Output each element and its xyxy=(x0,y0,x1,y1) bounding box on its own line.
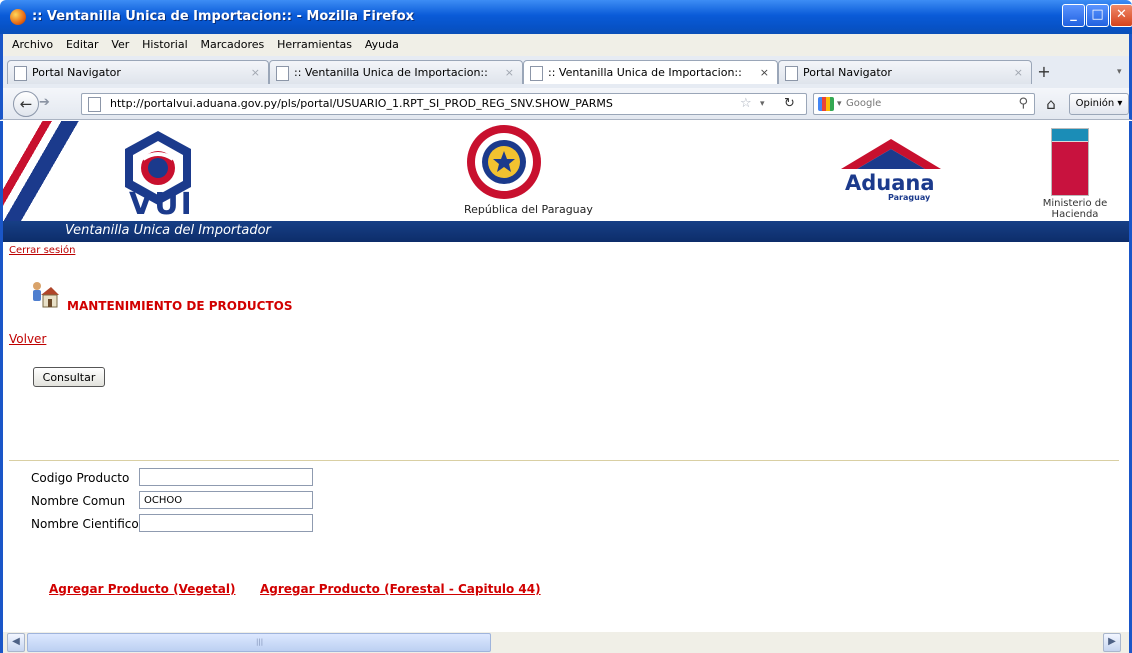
banner-swoosh xyxy=(3,121,103,221)
ministerio-text: Ministerio de Hacienda xyxy=(1039,198,1111,220)
home-icon[interactable]: ⌂ xyxy=(1039,93,1063,115)
logout-link[interactable]: Cerrar sesión xyxy=(9,245,75,256)
menu-historial[interactable]: Historial xyxy=(142,34,187,56)
tab-portal-navigator-1[interactable]: Portal Navigator × xyxy=(7,60,269,84)
window-title: :: Ventanilla Unica de Importacion:: - M… xyxy=(32,9,415,24)
header-banner: VUI República del Paraguay Aduana Paragu… xyxy=(3,121,1129,222)
page-icon xyxy=(785,66,798,81)
back-link[interactable]: Volver xyxy=(9,332,46,346)
menu-ver[interactable]: Ver xyxy=(111,34,129,56)
url-bar[interactable]: http://portalvui.aduana.gov.py/pls/porta… xyxy=(81,93,807,115)
tab-close-icon[interactable]: × xyxy=(1014,61,1023,84)
search-bar[interactable]: ▾ ⚲ xyxy=(813,93,1035,115)
vui-strip-title: Ventanilla Unica del Importador xyxy=(65,223,271,238)
page-icon xyxy=(276,66,289,81)
search-icon[interactable]: ⚲ xyxy=(1018,94,1028,114)
nombre-comun-label: Nombre Comun xyxy=(31,494,126,508)
menu-ayuda[interactable]: Ayuda xyxy=(365,34,399,56)
forward-button[interactable]: ➔ xyxy=(39,95,50,110)
product-maintenance-icon xyxy=(33,282,59,308)
tab-vui-1[interactable]: :: Ventanilla Unica de Importacion:: × xyxy=(269,60,523,84)
page-content: VUI República del Paraguay Aduana Paragu… xyxy=(0,121,1132,632)
back-button[interactable]: ← xyxy=(13,91,39,117)
scroll-left-icon[interactable]: ◀ xyxy=(7,633,25,652)
url-history-chevron-icon[interactable]: ▾ xyxy=(760,94,765,114)
tab-label: :: Ventanilla Unica de Importacion:: xyxy=(294,66,488,79)
opinion-button[interactable]: Opinión ▾ xyxy=(1069,93,1129,115)
search-engine-chevron-icon[interactable]: ▾ xyxy=(837,94,842,114)
menu-marcadores[interactable]: Marcadores xyxy=(200,34,264,56)
google-icon[interactable] xyxy=(818,97,834,111)
republica-text: República del Paraguay xyxy=(464,203,593,216)
menu-archivo[interactable]: Archivo xyxy=(12,34,53,56)
codigo-label: Codigo Producto xyxy=(31,471,130,485)
menu-herramientas[interactable]: Herramientas xyxy=(277,34,352,56)
tab-bar: Portal Navigator × :: Ventanilla Unica d… xyxy=(0,56,1132,88)
tab-close-icon[interactable]: × xyxy=(760,61,769,84)
reload-icon[interactable]: ↻ xyxy=(784,94,795,114)
new-tab-button[interactable]: + xyxy=(1033,61,1055,83)
ministerio-line-1: Ministerio de xyxy=(1042,198,1108,209)
paraguay-seal-icon xyxy=(467,125,541,199)
add-forestal-link[interactable]: Agregar Producto (Forestal - Capitulo 44… xyxy=(260,582,541,596)
divider xyxy=(9,460,1119,461)
close-button[interactable]: ✕ xyxy=(1110,4,1132,27)
firefox-icon xyxy=(10,9,26,25)
scroll-thumb[interactable]: ||| xyxy=(27,633,491,652)
aduana-logo-text: Aduana xyxy=(845,171,935,195)
tab-list-chevron-icon[interactable]: ▾ xyxy=(1117,61,1122,83)
vui-strip: Ventanilla Unica del Importador xyxy=(3,221,1129,242)
tab-portal-navigator-2[interactable]: Portal Navigator × xyxy=(778,60,1032,84)
horizontal-scrollbar[interactable]: ◀ ||| ▶ xyxy=(0,632,1132,653)
ministerio-line-2: Hacienda xyxy=(1051,209,1099,220)
page-icon xyxy=(530,66,543,81)
add-vegetal-link[interactable]: Agregar Producto (Vegetal) xyxy=(49,582,236,596)
vui-logo-text: VUI xyxy=(129,187,194,222)
tab-label: Portal Navigator xyxy=(803,66,892,79)
aduana-subtitle: Paraguay xyxy=(888,193,931,202)
nombre-cientifico-input[interactable] xyxy=(139,514,313,532)
scroll-right-icon[interactable]: ▶ xyxy=(1103,633,1121,652)
maximize-button[interactable]: □ xyxy=(1086,4,1109,27)
tab-close-icon[interactable]: × xyxy=(505,61,514,84)
tab-label: Portal Navigator xyxy=(32,66,121,79)
consult-button[interactable]: Consultar xyxy=(33,367,105,387)
codigo-producto-input[interactable] xyxy=(139,468,313,486)
tab-close-icon[interactable]: × xyxy=(251,61,260,84)
ministerio-logo-icon xyxy=(1051,128,1089,196)
window-titlebar: :: Ventanilla Unica de Importacion:: - M… xyxy=(0,0,1132,34)
page-icon xyxy=(14,66,27,81)
navigation-bar: ← ➔ http://portalvui.aduana.gov.py/pls/p… xyxy=(0,88,1132,120)
bookmark-star-icon[interactable]: ☆ xyxy=(740,94,752,114)
tab-vui-active[interactable]: :: Ventanilla Unica de Importacion:: × xyxy=(523,60,778,84)
section-title: MANTENIMIENTO DE PRODUCTOS xyxy=(67,299,293,313)
menu-editar[interactable]: Editar xyxy=(66,34,99,56)
nombre-cientifico-label: Nombre Cientifico xyxy=(31,517,139,531)
minimize-button[interactable]: _ xyxy=(1062,4,1085,27)
page-icon xyxy=(88,97,101,112)
opinion-label: Opinión xyxy=(1075,98,1115,109)
menu-bar: Archivo Editar Ver Historial Marcadores … xyxy=(0,34,1132,56)
url-text: http://portalvui.aduana.gov.py/pls/porta… xyxy=(110,97,613,110)
search-input[interactable] xyxy=(846,96,996,110)
tab-label: :: Ventanilla Unica de Importacion:: xyxy=(548,66,742,79)
nombre-comun-input[interactable] xyxy=(139,491,313,509)
scroll-grip-icon: ||| xyxy=(256,638,264,646)
